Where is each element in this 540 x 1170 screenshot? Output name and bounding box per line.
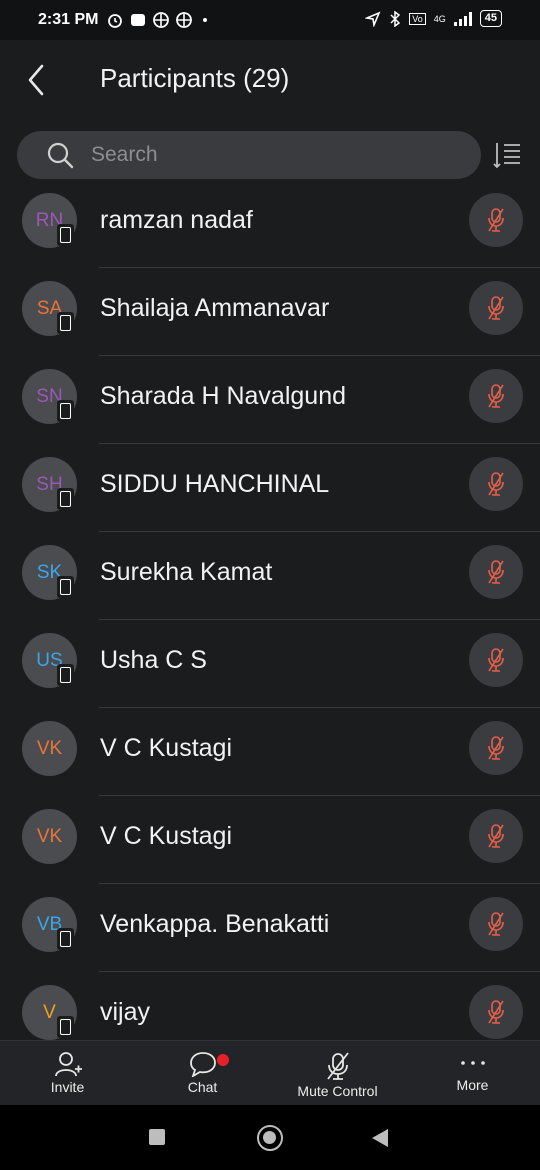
sort-icon[interactable] [492, 140, 522, 170]
phone-icon [57, 664, 74, 686]
status-bar: 2:31 PM Vo 4G 45 [0, 0, 540, 40]
chat-button[interactable]: Chat [135, 1041, 270, 1105]
phone-icon [57, 224, 74, 246]
muted-mic-icon [488, 384, 504, 408]
muted-mic-button[interactable] [469, 897, 523, 951]
phone-icon [57, 1016, 74, 1038]
participant-row[interactable]: Vvijay [0, 972, 540, 1040]
muted-mic-icon [488, 736, 504, 760]
header: Participants (29) [0, 40, 540, 120]
phone-icon [57, 400, 74, 422]
participant-name: Shailaja Ammanavar [100, 294, 330, 322]
participant-row[interactable]: SK Surekha Kamat [0, 532, 540, 620]
search-icon [47, 142, 74, 169]
muted-mic-icon [488, 824, 504, 848]
notification-icons [106, 11, 193, 29]
participant-row[interactable]: SA Shailaja Ammanavar [0, 268, 540, 356]
app-icon [131, 14, 146, 26]
muted-mic-icon [488, 208, 504, 232]
participant-name: SIDDU HANCHINAL [100, 470, 330, 498]
status-dot [203, 18, 208, 22]
muted-mic-button[interactable] [469, 809, 523, 863]
participant-row[interactable]: VB Venkappa. Benakatti [0, 884, 540, 972]
muted-mic-button[interactable] [469, 369, 523, 423]
bottom-toolbar: Invite Chat Mute Control More [0, 1040, 540, 1105]
volte-icon: Vo [409, 12, 426, 25]
participant-row[interactable]: SH SIDDU HANCHINAL [0, 444, 540, 532]
system-back-button[interactable] [372, 1129, 388, 1147]
muted-mic-icon [488, 1000, 504, 1024]
page-title: Participants (29) [100, 63, 290, 93]
search-bar[interactable] [17, 131, 481, 179]
home-button[interactable] [257, 1125, 283, 1151]
participant-name: Sharada H Navalgund [100, 382, 346, 410]
avatar: VK [22, 809, 77, 864]
app-icon [153, 12, 170, 28]
phone-icon [57, 488, 74, 510]
participant-name: Surekha Kamat [100, 558, 273, 586]
invite-label: Invite [50, 1079, 85, 1095]
muted-mic-button[interactable] [469, 633, 523, 687]
participant-name: V C Kustagi [100, 734, 233, 762]
participant-row[interactable]: SN Sharada H Navalgund [0, 356, 540, 444]
muted-mic-button[interactable] [469, 985, 523, 1039]
participant-list: RN ramzan nadaf SA Shailaja Ammanavar SN Shar… [0, 180, 540, 1040]
muted-mic-button[interactable] [469, 193, 523, 247]
chat-icon [189, 1052, 216, 1077]
status-right-icons: Vo 4G 45 [365, 10, 502, 27]
system-nav-bar [0, 1105, 540, 1170]
participant-name: ramzan nadaf [100, 206, 253, 234]
muted-mic-button[interactable] [469, 457, 523, 511]
mute-control-button[interactable]: Mute Control [270, 1041, 405, 1105]
participant-row[interactable]: VK V C Kustagi [0, 708, 540, 796]
participant-row[interactable]: US Usha C S [0, 620, 540, 708]
phone-icon [57, 576, 74, 598]
mute-control-label: Mute Control [297, 1083, 378, 1099]
muted-mic-button[interactable] [469, 281, 523, 335]
participant-row[interactable]: VK V C Kustagi [0, 796, 540, 884]
participant-name: Usha C S [100, 646, 207, 674]
muted-mic-icon [488, 648, 504, 672]
add-person-icon [54, 1052, 82, 1077]
muted-mic-icon [488, 912, 504, 936]
signal-icon [453, 11, 472, 26]
invite-button[interactable]: Invite [0, 1041, 135, 1105]
phone-icon [57, 928, 74, 950]
phone-icon [57, 312, 74, 334]
muted-mic-icon [488, 472, 504, 496]
alarm-icon [108, 14, 123, 28]
network-label: 4G [433, 13, 446, 24]
participant-row[interactable]: RN ramzan nadaf [0, 180, 540, 268]
more-button[interactable]: More [405, 1041, 540, 1105]
chat-unread-badge [217, 1054, 229, 1066]
muted-mic-icon [488, 560, 504, 584]
muted-mic-button[interactable] [469, 721, 523, 775]
search-input[interactable] [91, 143, 431, 167]
more-icon [460, 1061, 485, 1065]
muted-mic-button[interactable] [469, 545, 523, 599]
battery-indicator: 45 [479, 10, 502, 27]
avatar: VK [22, 721, 77, 776]
mute-mic-icon [326, 1052, 349, 1080]
more-label: More [456, 1077, 489, 1093]
recents-button[interactable] [149, 1129, 165, 1145]
app-icon [176, 12, 193, 28]
status-time: 2:31 PM [38, 11, 99, 28]
muted-mic-icon [488, 296, 504, 320]
chat-label: Chat [187, 1079, 218, 1095]
participant-name: vijay [100, 998, 151, 1026]
participant-name: Venkappa. Benakatti [100, 910, 330, 938]
back-icon[interactable] [22, 62, 52, 98]
participant-name: V C Kustagi [100, 822, 233, 850]
location-icon [365, 11, 381, 27]
bluetooth-icon [390, 10, 401, 27]
